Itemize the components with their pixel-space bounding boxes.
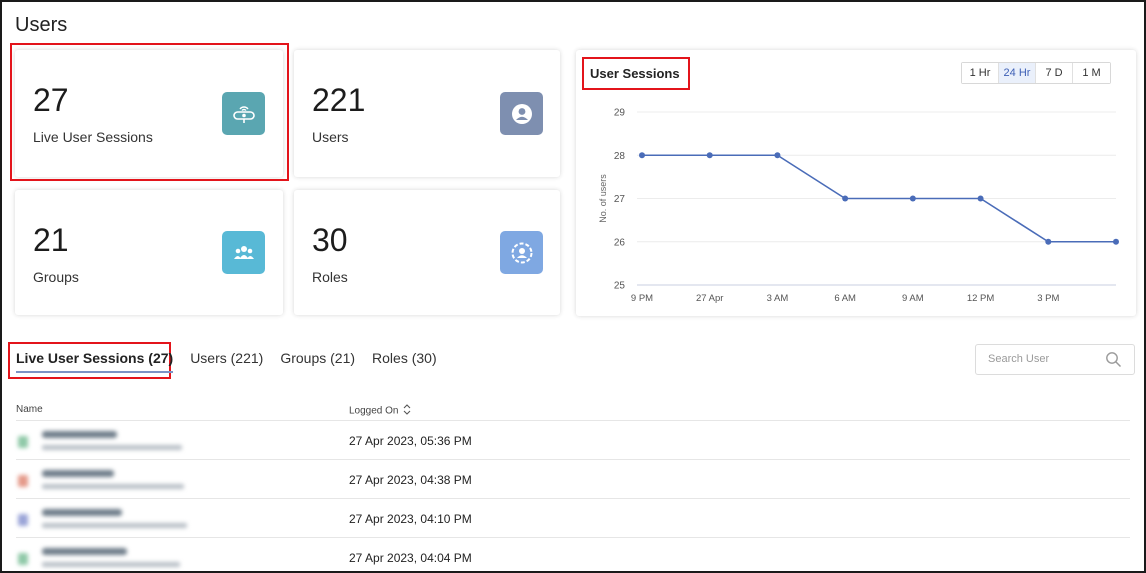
column-header-logged-on[interactable]: Logged On bbox=[349, 404, 411, 418]
logged-on-time: 27 Apr 2023, 04:38 PM bbox=[349, 473, 472, 487]
x-tick-label: 3 PM bbox=[1037, 293, 1059, 304]
tab-bar: Live User Sessions (27) Users (221) Grou… bbox=[16, 350, 454, 373]
tab-roles[interactable]: Roles (30) bbox=[372, 350, 437, 373]
column-header-name[interactable]: Name bbox=[16, 404, 43, 415]
highlight-box-stat bbox=[10, 43, 289, 181]
tab-live-user-sessions[interactable]: Live User Sessions (27) bbox=[16, 350, 174, 373]
user-icon bbox=[500, 92, 543, 135]
data-point bbox=[1113, 238, 1119, 245]
x-tick-label: 9 PM bbox=[631, 293, 653, 304]
y-tick-label: 27 bbox=[614, 194, 626, 205]
data-point bbox=[842, 195, 849, 202]
time-range-selector: 1 Hr 24 Hr 7 D 1 M bbox=[961, 62, 1111, 84]
x-tick-label: 3 AM bbox=[767, 293, 789, 304]
stat-value: 21 bbox=[33, 222, 69, 258]
y-tick-label: 28 bbox=[614, 151, 626, 162]
y-axis-label: No. of users bbox=[598, 174, 608, 223]
x-tick-label: 9 AM bbox=[902, 293, 924, 304]
range-7d-button[interactable]: 7 D bbox=[1036, 63, 1073, 83]
y-tick-label: 29 bbox=[614, 108, 626, 119]
range-24hr-button[interactable]: 24 Hr bbox=[999, 63, 1036, 83]
stat-card-groups[interactable]: 21 Groups bbox=[15, 190, 283, 315]
tab-users[interactable]: Users (221) bbox=[190, 350, 263, 373]
stat-label: Groups bbox=[33, 269, 79, 285]
y-tick-label: 25 bbox=[614, 281, 626, 292]
data-point bbox=[909, 195, 916, 202]
stat-card-roles[interactable]: 30 Roles bbox=[294, 190, 560, 315]
stat-value: 30 bbox=[312, 222, 348, 258]
stat-value: 221 bbox=[312, 82, 366, 118]
search-user-box bbox=[975, 344, 1135, 375]
user-name-blurred bbox=[16, 542, 226, 573]
data-point bbox=[639, 152, 645, 159]
page-title: Users bbox=[15, 14, 68, 36]
data-point bbox=[774, 152, 781, 159]
logged-on-time: 27 Apr 2023, 04:10 PM bbox=[349, 512, 472, 526]
table-row[interactable]: 27 Apr 2023, 05:36 PM bbox=[16, 420, 1130, 459]
user-name-blurred bbox=[16, 503, 226, 535]
table-row[interactable]: 27 Apr 2023, 04:04 PM bbox=[16, 537, 1130, 573]
stat-card-users[interactable]: 221 Users bbox=[294, 50, 560, 177]
search-icon[interactable] bbox=[1105, 351, 1122, 373]
x-tick-label: 12 PM bbox=[967, 293, 995, 304]
tab-groups[interactable]: Groups (21) bbox=[280, 350, 355, 373]
user-name-blurred bbox=[16, 425, 226, 457]
table-row[interactable]: 27 Apr 2023, 04:38 PM bbox=[16, 459, 1130, 498]
data-point bbox=[706, 152, 713, 159]
data-point bbox=[1045, 238, 1052, 245]
column-header-logged-on-label: Logged On bbox=[349, 405, 399, 417]
sort-icon[interactable] bbox=[403, 404, 411, 418]
user-name-blurred bbox=[16, 464, 226, 496]
range-1m-button[interactable]: 1 M bbox=[1073, 63, 1110, 83]
logged-on-time: 27 Apr 2023, 05:36 PM bbox=[349, 434, 472, 448]
data-point bbox=[977, 195, 984, 202]
x-tick-label: 6 AM bbox=[834, 293, 856, 304]
role-icon bbox=[500, 231, 543, 274]
range-1hr-button[interactable]: 1 Hr bbox=[962, 63, 999, 83]
highlight-box-chart-title bbox=[582, 57, 690, 90]
search-user-input[interactable] bbox=[988, 353, 1098, 365]
x-tick-label: 27 Apr bbox=[696, 293, 723, 304]
user-sessions-line-chart: 25 26 27 28 29 No. of users 9 PM 27 Apr 3 AM 6 AM… bbox=[598, 108, 1119, 304]
group-icon bbox=[222, 231, 265, 274]
stat-label: Roles bbox=[312, 269, 348, 285]
logged-on-time: 27 Apr 2023, 04:04 PM bbox=[349, 551, 472, 565]
table-row[interactable]: 27 Apr 2023, 04:10 PM bbox=[16, 498, 1130, 537]
y-tick-label: 26 bbox=[614, 237, 626, 248]
stat-label: Users bbox=[312, 129, 349, 145]
